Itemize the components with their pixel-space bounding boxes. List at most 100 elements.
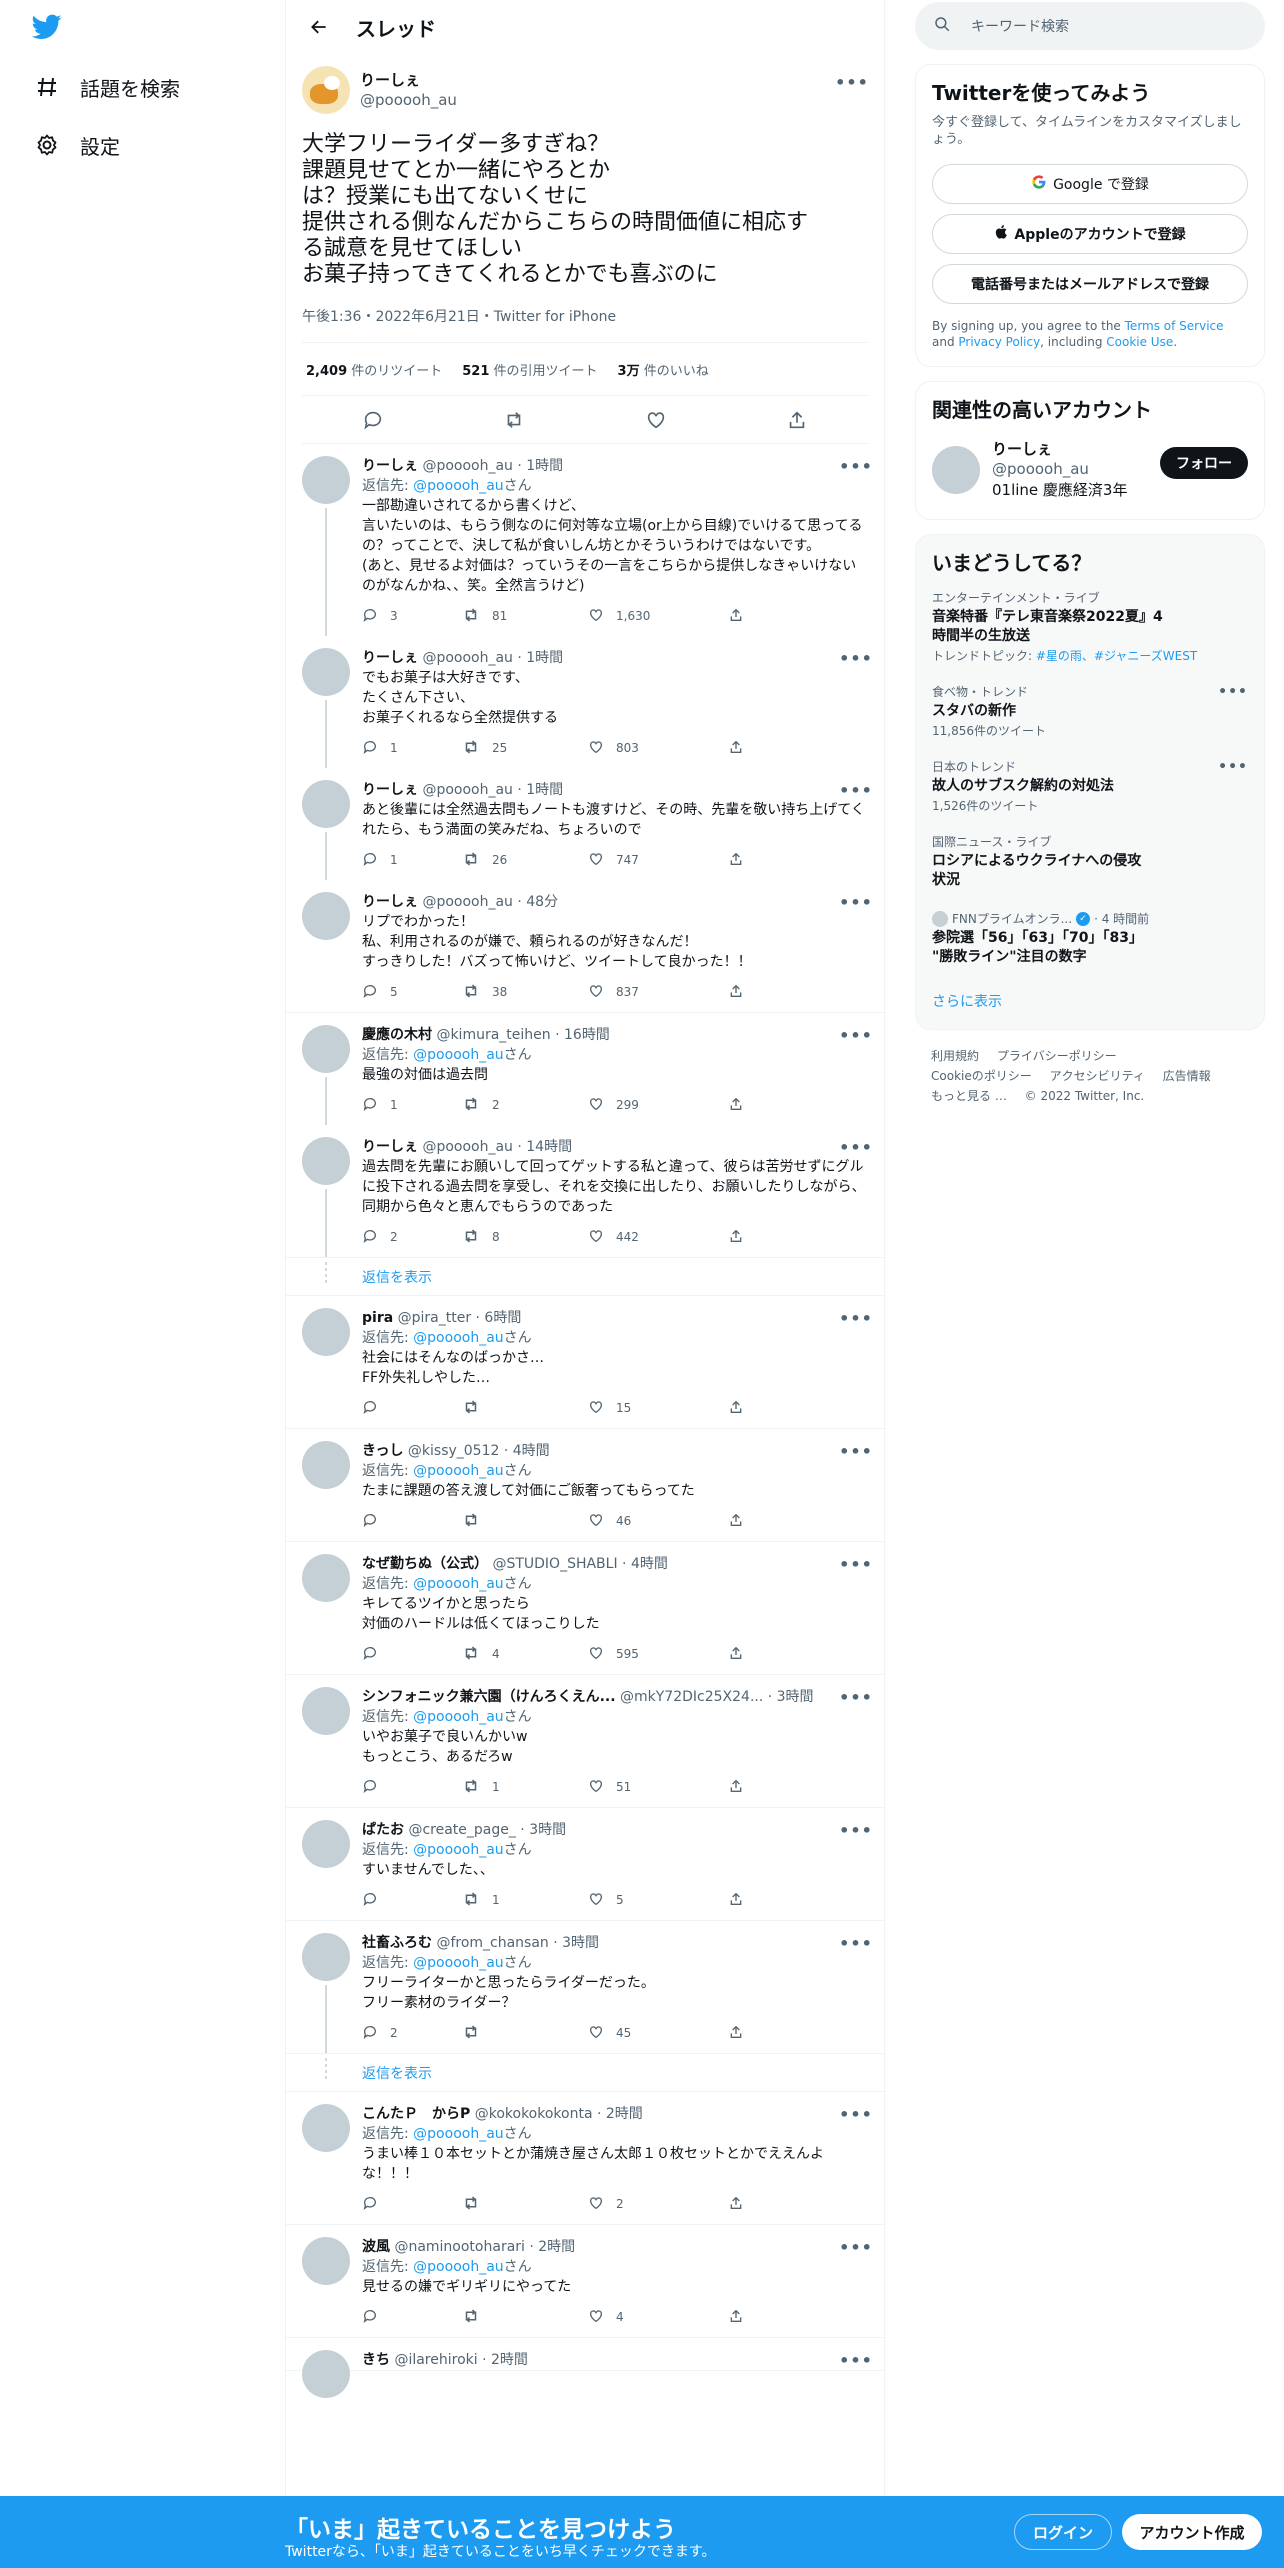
like-button[interactable]: 299 — [588, 1096, 728, 1115]
reply-author-name[interactable]: 波風 — [362, 2239, 390, 2255]
trend-item[interactable]: 食べ物・トレンド スタバの新作 11,856件のツイート ••• — [916, 674, 1264, 749]
avatar[interactable] — [302, 1441, 350, 1489]
footer-accessibility[interactable]: アクセシビリティ — [1050, 1069, 1145, 1083]
create-account-button[interactable]: アカウント作成 — [1122, 2514, 1262, 2550]
login-button[interactable]: ログイン — [1014, 2514, 1112, 2550]
twitter-logo-icon[interactable] — [31, 14, 64, 42]
retweet-button[interactable]: 2 — [462, 1095, 588, 1116]
reply-button[interactable] — [362, 2308, 462, 2327]
retweet-button[interactable]: 1 — [462, 1890, 588, 1911]
footer-privacy[interactable]: プライバシーポリシー — [997, 1049, 1117, 1063]
reply-author-name[interactable]: シンフォニック兼六園（けんろくえん... — [362, 1689, 616, 1705]
like-count[interactable]: 3万 件のいいね — [618, 360, 709, 379]
terms-link[interactable]: Terms of Service — [1125, 319, 1224, 333]
footer-ads[interactable]: 広告情報 — [1163, 1069, 1211, 1083]
avatar[interactable] — [302, 66, 350, 114]
reply-tweet[interactable]: ••• こんたＰ からP @kokokokokonta · 2時間 返信先: @po… — [286, 2092, 884, 2225]
reply-tweet[interactable]: ••• 社畜ふろむ @from_chansan · 3時間 返信先: @pooooh… — [286, 1921, 884, 2054]
reply-author-handle[interactable]: @pooooh_au · 1時間 — [422, 458, 563, 474]
cookie-link[interactable]: Cookie Use — [1106, 335, 1173, 349]
reply-tweet[interactable]: ••• シンフォニック兼六園（けんろくえん... @mkY72DIc25X24..… — [286, 1675, 884, 1808]
reply-to-link[interactable]: @pooooh_au — [413, 1330, 503, 1346]
like-button[interactable]: 1,630 — [588, 607, 728, 626]
reply-author-name[interactable]: 社畜ふろむ — [362, 1935, 432, 1951]
reply-author-handle[interactable]: @STUDIO_SHABLI · 4時間 — [492, 1556, 667, 1572]
nav-settings[interactable]: 設定 — [34, 125, 120, 165]
reply-author-name[interactable]: りーしぇ — [362, 782, 418, 798]
more-icon[interactable]: ••• — [839, 2104, 872, 2124]
like-button[interactable]: 442 — [588, 1228, 728, 1247]
avatar[interactable] — [302, 456, 350, 504]
footer-cookie[interactable]: Cookieのポリシー — [931, 1069, 1032, 1083]
share-icon[interactable] — [780, 403, 814, 437]
avatar[interactable] — [302, 2237, 350, 2285]
more-icon[interactable]: ••• — [1218, 684, 1248, 700]
share-button[interactable] — [728, 1645, 828, 1664]
more-icon[interactable]: ••• — [839, 1308, 872, 1328]
trend-item[interactable]: 日本のトレンド 故人のサブスク解約の対処法 1,526件のツイート ••• — [916, 749, 1264, 824]
footer-terms[interactable]: 利用規約 — [931, 1049, 979, 1063]
show-replies-link[interactable]: 返信を表示 — [286, 2054, 884, 2092]
reply-author-handle[interactable]: @kissy_0512 · 4時間 — [408, 1443, 550, 1459]
share-button[interactable] — [728, 2195, 828, 2214]
reply-tweet[interactable]: ••• きち @ilarehiroki · 2時間 — [286, 2338, 884, 2398]
reply-tweet[interactable]: ••• りーしぇ @pooooh_au · 1時間 返信先: @pooooh_auさ… — [286, 444, 884, 636]
reply-author-name[interactable]: ぱたお — [362, 1822, 404, 1838]
reply-tweet[interactable]: ••• 慶應の木村 @kimura_teihen · 16時間 返信先: @pooo… — [286, 1013, 884, 1125]
reply-author-handle[interactable]: @pira_tter · 6時間 — [398, 1310, 522, 1326]
google-signup-button[interactable]: Google で登録 — [932, 164, 1248, 204]
reply-author-name[interactable]: きち — [362, 2352, 390, 2368]
more-icon[interactable]: ••• — [839, 2237, 872, 2257]
reply-button[interactable] — [362, 1891, 462, 1910]
avatar[interactable] — [302, 1554, 350, 1602]
reply-author-name[interactable]: なぜ勤ちぬ（公式） — [362, 1556, 488, 1572]
reply-author-handle[interactable]: @from_chansan · 3時間 — [436, 1935, 599, 1951]
reply-author-name[interactable]: 慶應の木村 — [362, 1027, 432, 1043]
like-button[interactable]: 747 — [588, 851, 728, 870]
share-button[interactable] — [728, 1778, 828, 1797]
reply-author-name[interactable]: こんたＰ からP — [362, 2106, 470, 2122]
reply-author-handle[interactable]: @pooooh_au · 14時間 — [422, 1139, 572, 1155]
share-button[interactable] — [728, 2024, 828, 2043]
like-button[interactable]: 4 — [588, 2308, 728, 2327]
more-icon[interactable]: ••• — [839, 1441, 872, 1461]
share-button[interactable] — [728, 983, 828, 1002]
reply-author-handle[interactable]: @pooooh_au · 1時間 — [422, 782, 563, 798]
avatar[interactable] — [302, 2350, 350, 2398]
like-button[interactable]: 803 — [588, 739, 728, 758]
reply-tweet[interactable]: ••• 波風 @naminootoharari · 2時間 返信先: @pooooh… — [286, 2225, 884, 2338]
trends-show-more[interactable]: さらに表示 — [916, 977, 1264, 1029]
reply-button[interactable]: 2 — [362, 2024, 462, 2043]
reply-author-handle[interactable]: @pooooh_au · 48分 — [422, 894, 558, 910]
reply-author-name[interactable]: pira — [362, 1310, 393, 1326]
share-button[interactable] — [728, 1891, 828, 1910]
phone-email-signup-button[interactable]: 電話番号またはメールアドレスで登録 — [932, 264, 1248, 304]
avatar[interactable] — [302, 892, 350, 940]
share-button[interactable] — [728, 1096, 828, 1115]
reply-author-handle[interactable]: @create_page_ · 3時間 — [408, 1822, 566, 1838]
more-icon[interactable]: ••• — [839, 1687, 872, 1707]
reply-button[interactable]: 1 — [362, 851, 462, 870]
privacy-link[interactable]: Privacy Policy — [958, 335, 1040, 349]
avatar[interactable] — [302, 1933, 350, 1981]
retweet-button[interactable]: 25 — [462, 738, 588, 759]
reply-button[interactable] — [362, 1645, 462, 1664]
reply-to-link[interactable]: @pooooh_au — [413, 1047, 503, 1063]
apple-signup-button[interactable]: Appleのアカウントで登録 — [932, 214, 1248, 254]
like-button[interactable]: 595 — [588, 1645, 728, 1664]
share-button[interactable] — [728, 1228, 828, 1247]
avatar[interactable] — [932, 446, 980, 494]
reply-to-link[interactable]: @pooooh_au — [413, 2126, 503, 2142]
reply-icon[interactable] — [356, 403, 390, 437]
related-account[interactable]: りーしぇ @pooooh_au 01line 慶應経済3年 フォロー — [916, 427, 1264, 519]
reply-button[interactable] — [362, 1512, 462, 1531]
reply-button[interactable]: 2 — [362, 1228, 462, 1247]
reply-author-name[interactable]: りーしぇ — [362, 458, 418, 474]
more-icon[interactable]: ••• — [839, 780, 872, 800]
reply-to-link[interactable]: @pooooh_au — [413, 1463, 503, 1479]
like-button[interactable]: 51 — [588, 1778, 728, 1797]
reply-to-link[interactable]: @pooooh_au — [413, 1709, 503, 1725]
retweet-button[interactable]: 26 — [462, 850, 588, 871]
share-button[interactable] — [728, 851, 828, 870]
more-icon[interactable]: ••• — [839, 2350, 872, 2370]
